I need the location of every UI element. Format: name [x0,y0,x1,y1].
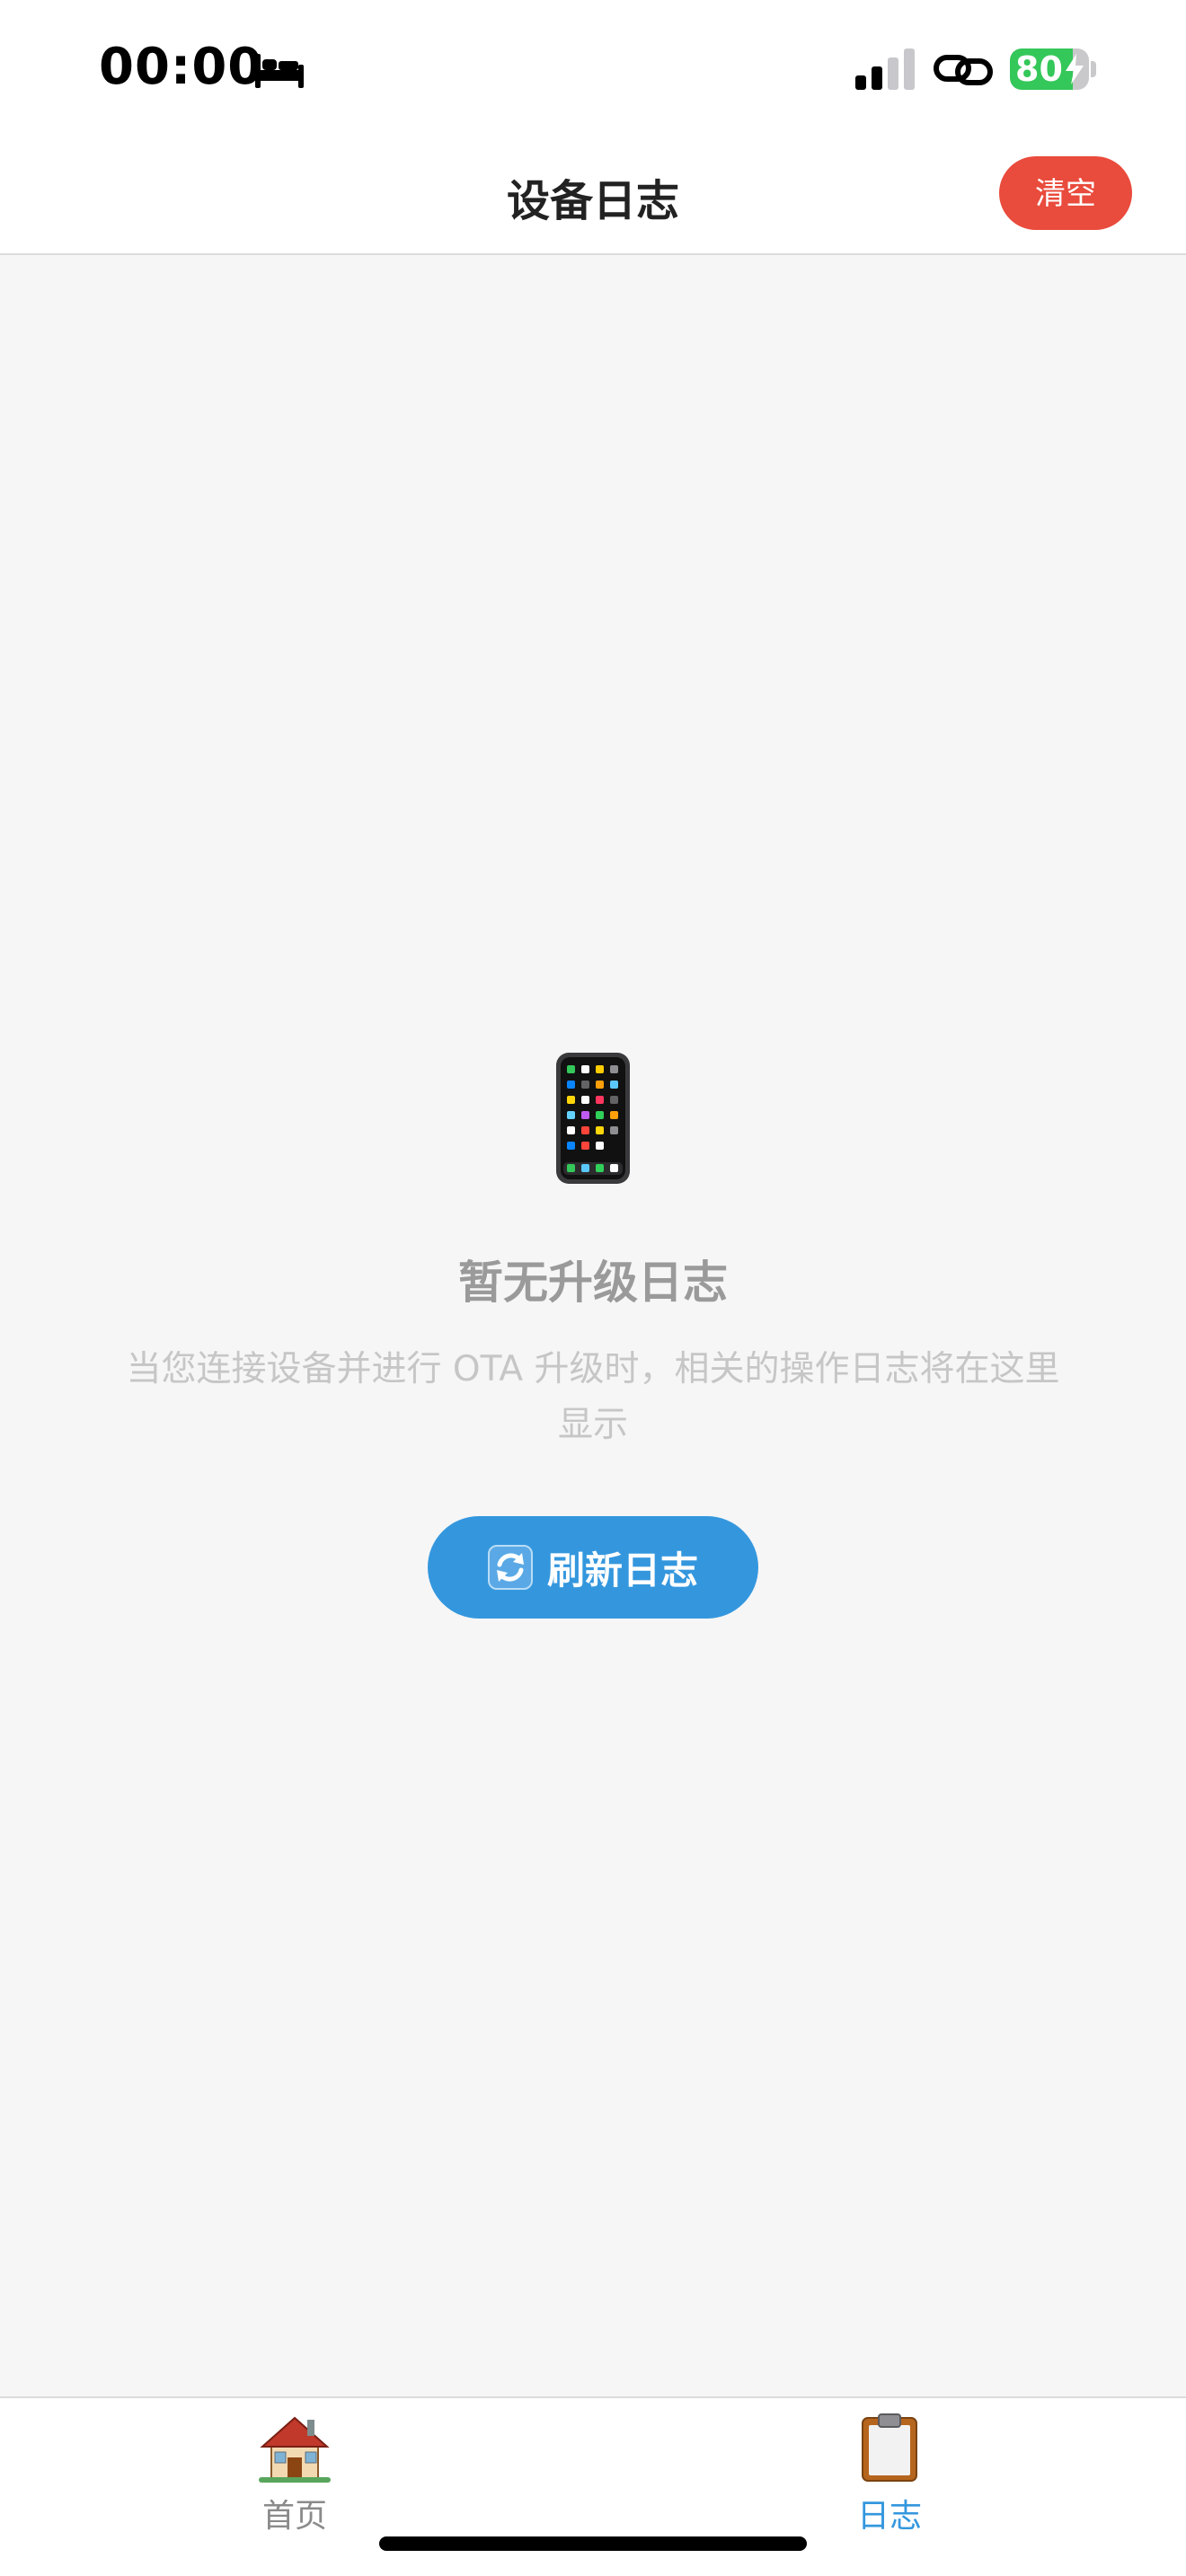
tab-home[interactable]: 首页 [205,2413,385,2536]
refresh-log-label: 刷新日志 [546,1548,698,1592]
link-icon [934,55,993,85]
charging-bolt-icon [1066,54,1084,84]
refresh-log-button[interactable]: 刷新日志 [428,1516,758,1619]
tab-log-label: 日志 [856,2498,922,2535]
signal-icon [855,49,915,90]
tab-home-label: 首页 [261,2498,327,2535]
app-screen: 00:00 80 设备日志 清空 暂无升级日志 当您连接设备并进行 OTA 升级… [0,0,1186,2576]
empty-description: 当您连接设备并进行 OTA 升级时，相关的操作日志将在这里显示 [126,1349,1060,1445]
battery-icon: 80 [1010,49,1089,90]
battery-cap [1091,61,1096,77]
home-indicator [379,2536,807,2551]
house-icon [259,2416,331,2483]
nav-header: 设备日志 清空 [0,144,1186,255]
status-bar: 00:00 80 [0,0,1186,144]
battery-percent: 80 [1015,49,1063,89]
empty-state: 暂无升级日志 当您连接设备并进行 OTA 升级时，相关的操作日志将在这里显示 刷… [0,1051,1186,1619]
status-time: 00:00 [99,38,264,96]
clipboard-icon [862,2413,917,2482]
mobile-phone-icon [556,1053,630,1184]
clear-button[interactable]: 清空 [999,156,1132,230]
tab-log[interactable]: 日志 [800,2413,979,2536]
refresh-arrows-icon [487,1545,533,1590]
bed-icon [255,54,304,88]
empty-title: 暂无升级日志 [458,1257,728,1309]
